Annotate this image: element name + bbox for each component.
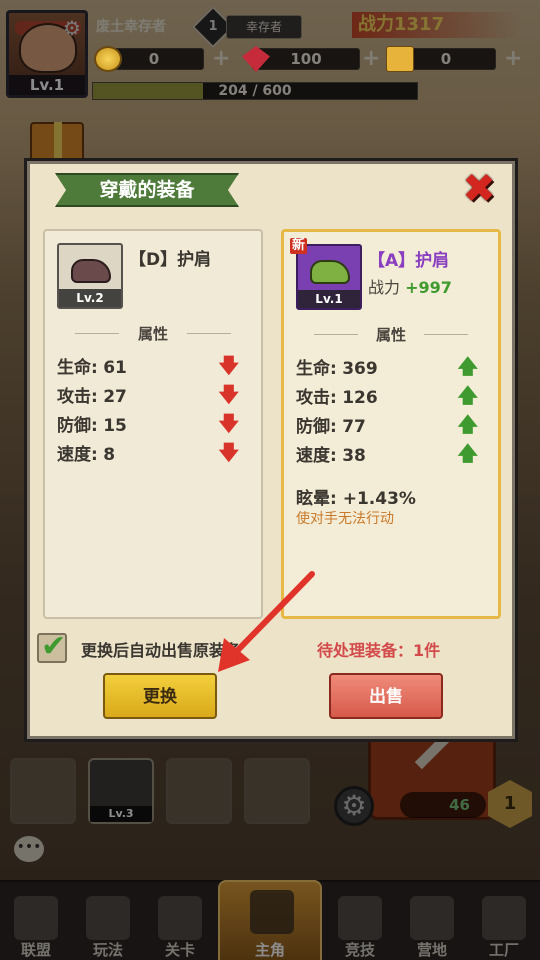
- special-stat: 眩晕: +1.43%: [296, 484, 416, 509]
- power-delta: +997: [405, 278, 452, 297]
- stat-value: 27: [103, 387, 127, 407]
- arrow-up-icon: 🡅: [457, 354, 478, 378]
- shoulder-guard-icon[interactable]: Lv.2: [57, 243, 123, 309]
- stat-row: 速度: 38 🡅: [296, 441, 486, 466]
- attributes-heading: 属性: [45, 323, 261, 343]
- new-badge: 新: [290, 238, 308, 254]
- stat-value: 61: [103, 358, 127, 378]
- item-name: 【D】护肩: [129, 250, 212, 270]
- sell-button[interactable]: 出售: [329, 673, 443, 719]
- equipment-dialog: 穿戴的装备 ✖ Lv.2 【D】护肩 属性 生命: 61 🡇 攻击: 27 🡇 …: [24, 158, 518, 742]
- stat-label: 速度:: [296, 446, 337, 466]
- auto-sell-checkbox[interactable]: ✔: [37, 629, 67, 664]
- item-level: Lv.1: [298, 290, 360, 308]
- item-name: 【A】护肩: [368, 251, 450, 271]
- checkmark-icon: ✔: [41, 629, 67, 664]
- stat-label: 生命:: [57, 358, 98, 378]
- shoulder-guard-icon[interactable]: Lv.1: [296, 244, 362, 310]
- stat-value: 77: [342, 417, 366, 437]
- arrow-up-icon: 🡅: [457, 412, 478, 436]
- swap-button[interactable]: 更换: [103, 673, 217, 719]
- coin-icon: [94, 46, 122, 72]
- stat-label: 防御:: [57, 416, 98, 436]
- arrow-up-icon: 🡅: [457, 441, 478, 465]
- new-equipment-card: 新 Lv.1 【A】护肩 战力 +997 属性 生命: 369 🡅 攻击: 12…: [281, 229, 501, 619]
- stat-value: 8: [103, 445, 116, 465]
- dialog-title: 穿戴的装备: [55, 173, 239, 207]
- stat-row: 防御: 77 🡅: [296, 412, 486, 437]
- stat-value: 369: [342, 359, 378, 379]
- special-stat-value: +1.43%: [342, 489, 416, 509]
- pending-equipment-text: 待处理装备：1件: [317, 641, 441, 660]
- stat-row: 生命: 61 🡇: [57, 353, 247, 378]
- stat-value: 15: [103, 416, 127, 436]
- arrow-up-icon: 🡅: [457, 383, 478, 407]
- arrow-down-icon: 🡇: [218, 440, 239, 464]
- special-stat-description: 使对手无法行动: [296, 511, 394, 527]
- stat-label: 速度:: [57, 445, 98, 465]
- item-shape: [71, 259, 111, 283]
- stat-row: 防御: 15 🡇: [57, 411, 247, 436]
- special-stat-label: 眩晕:: [296, 489, 337, 509]
- stat-row: 攻击: 27 🡇: [57, 382, 247, 407]
- arrow-down-icon: 🡇: [218, 382, 239, 406]
- current-equipment-card: Lv.2 【D】护肩 属性 生命: 61 🡇 攻击: 27 🡇 防御: 15 🡇…: [43, 229, 263, 619]
- arrow-down-icon: 🡇: [218, 353, 239, 377]
- attributes-heading: 属性: [284, 324, 498, 344]
- stat-value: 126: [342, 388, 378, 408]
- item-level: Lv.2: [59, 289, 121, 307]
- stat-value: 38: [342, 446, 366, 466]
- stat-label: 防御:: [296, 417, 337, 437]
- stat-row: 速度: 8 🡇: [57, 440, 247, 465]
- auto-sell-label: 更换后自动出售原装备: [81, 641, 242, 660]
- stat-row: 生命: 369 🡅: [296, 354, 486, 379]
- stat-label: 攻击:: [296, 388, 337, 408]
- close-button[interactable]: ✖: [459, 169, 499, 209]
- ticket-icon: [386, 46, 414, 72]
- stat-label: 攻击:: [57, 387, 98, 407]
- power-label: 战力: [368, 278, 401, 297]
- stat-row: 攻击: 126 🡅: [296, 383, 486, 408]
- power-change: 战力 +997: [368, 274, 452, 298]
- arrow-down-icon: 🡇: [218, 411, 239, 435]
- item-shape: [310, 260, 350, 284]
- stat-label: 生命:: [296, 359, 337, 379]
